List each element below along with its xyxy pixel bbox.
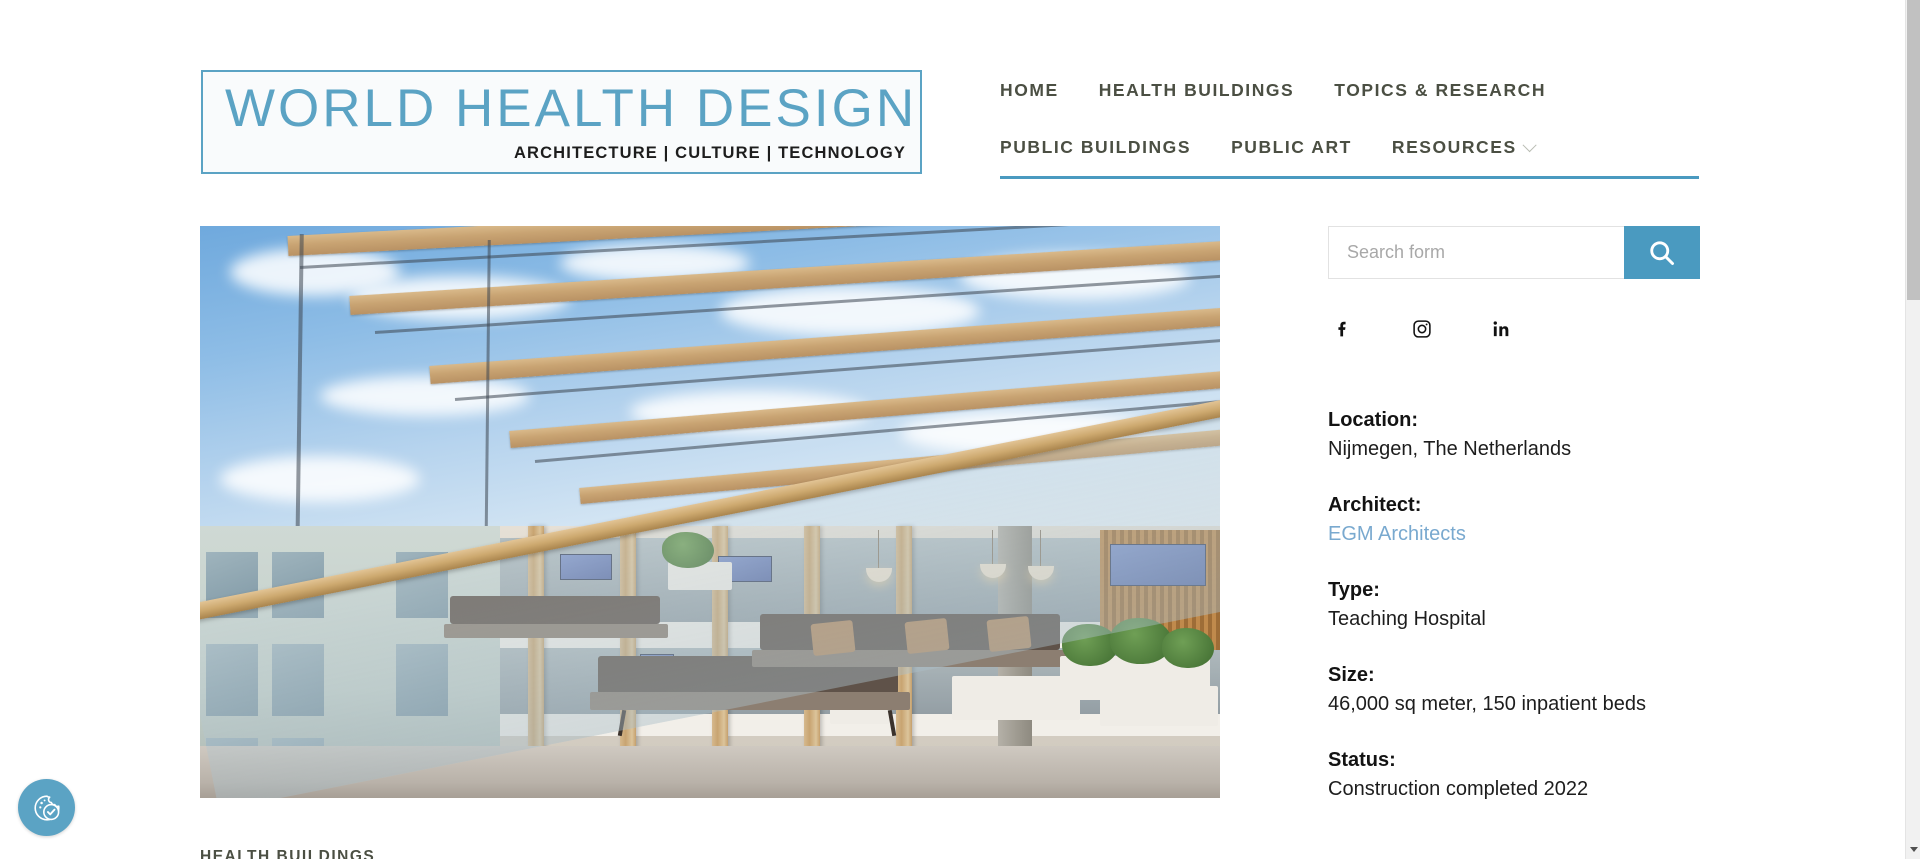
site-header: WORLD HEALTH DESIGN ARCHITECTURE | CULTU… (0, 0, 1905, 185)
social-links (1330, 316, 1514, 342)
meta-block-size: Size: 46,000 sq meter, 150 inpatient bed… (1328, 661, 1700, 719)
meta-label: Size: (1328, 664, 1375, 686)
scrollbar-down-button[interactable] (1906, 842, 1920, 857)
meta-block-location: Location: Nijmegen, The Netherlands (1328, 406, 1700, 464)
meta-value-architect-link[interactable]: EGM Architects (1328, 520, 1700, 549)
nav-item-public-art[interactable]: PUBLIC ART (1231, 137, 1352, 158)
cookie-check-icon (33, 794, 60, 821)
nav-item-resources[interactable]: RESOURCES (1391, 137, 1537, 158)
scrollbar-thumb[interactable] (1907, 0, 1920, 300)
vertical-scrollbar[interactable] (1905, 0, 1920, 859)
meta-label: Status: (1328, 749, 1396, 771)
primary-navigation: HOME HEALTH BUILDINGS TOPICS & RESEARCH … (1000, 62, 1700, 176)
hero-image[interactable] (200, 226, 1220, 798)
search-icon (1650, 240, 1674, 265)
meta-label: Architect: (1328, 494, 1422, 516)
chevron-down-icon (1909, 847, 1918, 852)
meta-value: Teaching Hospital (1328, 608, 1486, 630)
meta-value: 46,000 sq meter, 150 inpatient beds (1328, 693, 1647, 715)
meta-block-type: Type: Teaching Hospital (1328, 576, 1700, 634)
nav-item-topics-research[interactable]: TOPICS & RESEARCH (1334, 80, 1546, 101)
right-sidebar: Location: Nijmegen, The Netherlands Arch… (1328, 226, 1700, 800)
linkedin-icon[interactable] (1488, 316, 1514, 342)
nav-underline (1000, 176, 1699, 179)
facebook-icon[interactable] (1330, 316, 1356, 342)
nav-row-1: HOME HEALTH BUILDINGS TOPICS & RESEARCH (1000, 62, 1700, 119)
cookie-consent-button[interactable] (18, 779, 75, 836)
chevron-down-icon (1522, 137, 1537, 152)
nav-row-2: PUBLIC BUILDINGS PUBLIC ART RESOURCES (1000, 119, 1700, 176)
nav-item-health-buildings[interactable]: HEALTH BUILDINGS (1099, 80, 1295, 101)
meta-block-status: Status: Construction completed 2022 (1328, 746, 1700, 804)
site-logo[interactable]: WORLD HEALTH DESIGN ARCHITECTURE | CULTU… (201, 70, 922, 174)
meta-block-architect: Architect: EGM Architects (1328, 491, 1700, 549)
instagram-icon[interactable] (1409, 316, 1435, 342)
meta-label: Type: (1328, 579, 1380, 601)
nav-item-home[interactable]: HOME (1000, 80, 1059, 101)
site-logo-tagline: ARCHITECTURE | CULTURE | TECHNOLOGY (513, 144, 906, 162)
project-meta: Location: Nijmegen, The Netherlands Arch… (1328, 406, 1700, 831)
page-viewport: WORLD HEALTH DESIGN ARCHITECTURE | CULTU… (0, 0, 1905, 859)
nav-item-resources-label: RESOURCES (1391, 137, 1517, 157)
search-form (1328, 226, 1700, 279)
meta-value: Construction completed 2022 (1328, 778, 1589, 800)
meta-value: Nijmegen, The Netherlands (1328, 438, 1572, 460)
site-logo-title: WORLD HEALTH DESIGN (225, 79, 918, 138)
search-input[interactable] (1328, 226, 1624, 279)
meta-label: Location: (1328, 409, 1418, 431)
browser-page: WORLD HEALTH DESIGN ARCHITECTURE | CULTU… (0, 0, 1920, 859)
search-button[interactable] (1624, 226, 1700, 279)
nav-item-public-buildings[interactable]: PUBLIC BUILDINGS (1000, 137, 1191, 158)
hero-caption: HEALTH BUILDINGS (200, 848, 376, 859)
